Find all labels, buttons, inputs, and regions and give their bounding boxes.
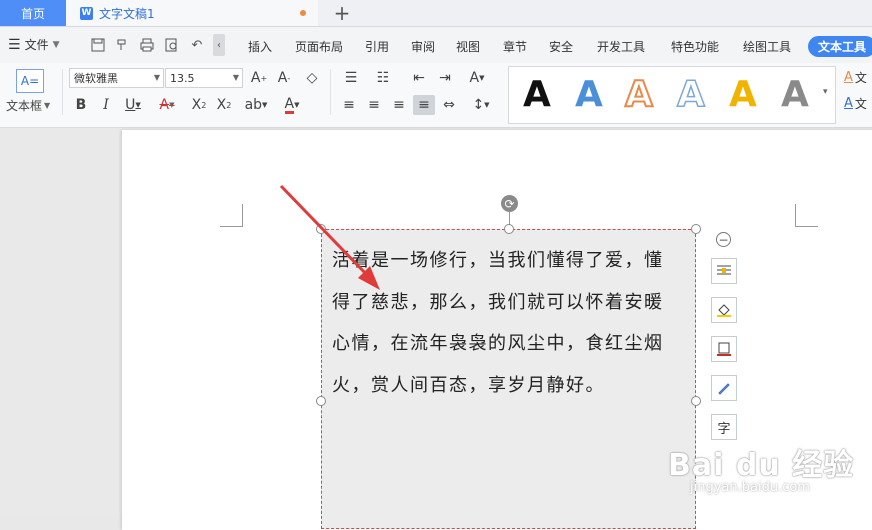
watermark-logo: Bai du 经验	[668, 448, 855, 483]
watermark-url: jingyan.baidu.com	[690, 480, 810, 495]
